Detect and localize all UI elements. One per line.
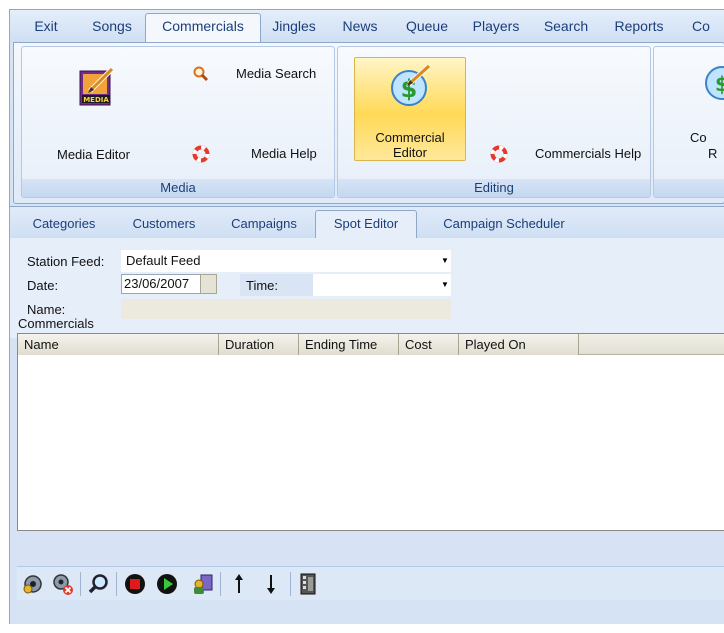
menu-bar: Exit Songs Commercials Jingles News Queu… — [10, 10, 724, 43]
column-header-played-on[interactable]: Played On — [459, 334, 579, 355]
time-label-cell: Time: — [240, 274, 313, 296]
arrow-down-icon[interactable] — [259, 572, 283, 596]
media-editor-button[interactable]: MEDIA Media Editor — [57, 55, 142, 165]
search-icon[interactable] — [87, 572, 111, 596]
lifebuoy-icon — [192, 145, 210, 163]
station-feed-select[interactable]: Default Feed — [121, 250, 451, 272]
svg-text:$: $ — [715, 72, 724, 96]
tab-categories[interactable]: Categories — [26, 213, 102, 239]
spot-editor-form: Station Feed: Default Feed ▼ Date: 23/06… — [10, 238, 724, 338]
column-header-cost[interactable]: Cost — [399, 334, 459, 355]
column-header-name[interactable]: Name — [18, 334, 219, 355]
column-header-ending-time[interactable]: Ending Time — [299, 334, 399, 355]
commercial-editor-label-line1: Commercial — [375, 130, 445, 145]
add-user-icon[interactable] — [21, 572, 45, 596]
ribbon: MEDIA Media Editor Media Search Media He… — [13, 42, 724, 204]
name-input[interactable] — [121, 299, 451, 319]
menu-tab-commercials[interactable]: Commercials — [145, 13, 261, 43]
menu-tab-queue[interactable]: Queue — [398, 16, 456, 42]
arrow-up-icon[interactable] — [227, 572, 251, 596]
ribbon-group-label-partial — [654, 179, 724, 197]
tab-spot-editor[interactable]: Spot Editor — [315, 210, 417, 240]
menu-tab-news[interactable]: News — [336, 16, 384, 42]
bottom-toolbar — [17, 566, 724, 600]
toolbar-separator — [116, 572, 117, 596]
commercial-report-icon: $ — [705, 66, 724, 100]
media-help-button[interactable]: Media Help — [192, 145, 332, 167]
search-icon — [193, 66, 209, 82]
tab-campaign-scheduler[interactable]: Campaign Scheduler — [436, 213, 572, 239]
ribbon-group-media: MEDIA Media Editor Media Search Media He… — [21, 46, 335, 198]
partial-label-line1: Co — [690, 130, 707, 145]
date-picker-button[interactable] — [200, 274, 217, 294]
sub-tab-bar: Categories Customers Campaigns Spot Edit… — [10, 206, 724, 240]
toolbar-separator — [80, 572, 81, 596]
menu-tab-exit[interactable]: Exit — [26, 16, 66, 42]
stop-icon[interactable] — [123, 572, 147, 596]
play-icon[interactable] — [155, 572, 179, 596]
partial-ribbon-button[interactable]: $ — [698, 63, 724, 123]
toolbar-separator — [220, 572, 221, 596]
remove-user-icon[interactable] — [51, 572, 75, 596]
menu-tab-search[interactable]: Search — [538, 16, 594, 42]
grid-footer — [17, 531, 724, 565]
commercials-help-label: Commercials Help — [535, 146, 642, 161]
menu-tab-jingles[interactable]: Jingles — [264, 16, 324, 42]
menu-tab-songs[interactable]: Songs — [82, 16, 142, 42]
commercials-help-button[interactable]: Commercials Help — [490, 145, 650, 167]
station-feed-label: Station Feed: — [27, 254, 105, 269]
commercials-section-title: Commercials — [18, 316, 94, 331]
partial-label-line2: R — [708, 146, 718, 161]
name-label: Name: — [27, 302, 66, 317]
ribbon-group-partial: $ Co R — [653, 46, 724, 198]
menu-tab-reports[interactable]: Reports — [608, 16, 670, 42]
commercial-editor-icon: $ — [391, 64, 431, 106]
media-help-label: Media Help — [251, 146, 317, 161]
commercial-editor-button[interactable]: $ Commercial Editor — [354, 57, 466, 161]
column-header-duration[interactable]: Duration — [219, 334, 299, 355]
main-window: Exit Songs Commercials Jingles News Queu… — [9, 9, 724, 624]
chevron-down-icon[interactable]: ▼ — [440, 277, 450, 293]
commercials-grid[interactable]: Name Duration Ending Time Cost Played On — [17, 333, 724, 531]
date-input[interactable]: 23/06/2007 — [121, 274, 201, 294]
media-editor-label: Media Editor — [57, 147, 130, 162]
ribbon-group-label-editing: Editing — [338, 179, 650, 197]
film-icon[interactable] — [297, 572, 321, 596]
ribbon-group-label-media: Media — [22, 179, 334, 197]
toolbar-separator — [290, 572, 291, 596]
media-editor-icon: MEDIA — [79, 67, 114, 106]
lifebuoy-icon — [490, 145, 508, 163]
tab-campaigns[interactable]: Campaigns — [222, 213, 306, 239]
chevron-down-icon[interactable]: ▼ — [440, 253, 450, 269]
menu-tab-players[interactable]: Players — [466, 16, 526, 42]
media-search-button[interactable]: Media Search — [192, 65, 332, 87]
commercial-editor-label-line2: Editor — [393, 145, 427, 160]
ribbon-group-editing: $ Commercial Editor Commercials Help Edi… — [337, 46, 651, 198]
time-label: Time: — [246, 278, 279, 293]
user-media-icon[interactable] — [191, 572, 215, 596]
media-logo-text: MEDIA — [83, 96, 109, 104]
menu-tab-overflow[interactable]: Co — [686, 16, 716, 42]
time-select[interactable] — [313, 274, 451, 296]
grid-header: Name Duration Ending Time Cost Played On — [18, 334, 724, 355]
date-label: Date: — [27, 278, 59, 293]
tab-customers[interactable]: Customers — [124, 213, 204, 239]
media-search-label: Media Search — [236, 66, 317, 81]
